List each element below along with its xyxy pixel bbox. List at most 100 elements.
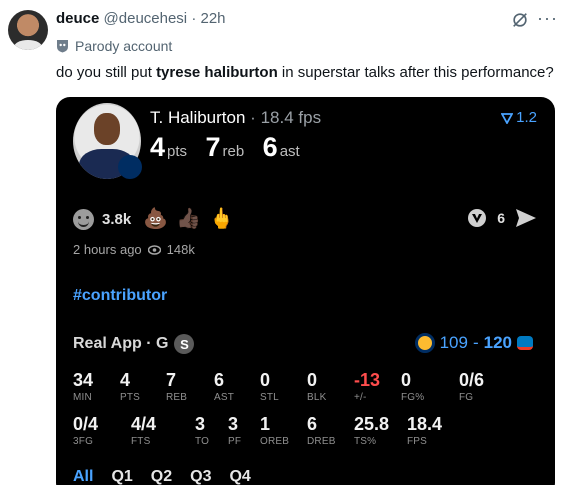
hashtag-link[interactable]: #contributor [73,287,167,305]
stat-value: 0/6 [459,370,485,390]
stat-label: REB [166,392,188,403]
stat-value: 0 [260,370,271,390]
eye-icon [147,244,161,255]
stat-cell: 7 REB [166,370,187,403]
pts-value: 4 [150,132,166,162]
stat-label: AST [214,392,235,403]
stat-value: 7 [166,370,177,390]
stat-cell: 34 MIN [73,370,93,403]
box-score-grid: 34 MIN 4 PTS 7 REB 6 AST 0 STL 0 BLK -13 +/- 0 F… [73,370,543,458]
parody-label: Parody account [56,38,172,54]
pts-label: pts [167,143,188,160]
stat-cell: 4 PTS [120,370,140,403]
quarter-tabs: All Q1 Q2 Q3 Q4 [73,468,251,485]
comments-count: 6 [497,210,505,226]
player-name: T. Haliburton [150,108,246,127]
source-row: Real App · G S [73,334,195,354]
smile-icon[interactable] [73,208,94,230]
stat-cell: 1 OREB [260,414,289,447]
more-icon[interactable]: ··· [537,8,558,29]
stat-value: 3 [195,414,206,434]
reb-label: reb [222,143,245,160]
tweet-header: deuce @deucehesi · 22h [56,10,226,27]
tab-all[interactable]: All [73,468,93,485]
stat-value: 0 [307,370,318,390]
middle-finger-emoji[interactable]: 🖕 [209,208,234,230]
reactions-bar[interactable]: 3.8k 💩 👍🏿 🖕 [73,208,234,230]
ast-value: 6 [262,132,278,162]
separator: · [250,108,256,127]
pacers-logo [414,333,435,353]
grok-icon[interactable] [511,11,529,29]
stat-cell: -13 +/- [354,370,380,403]
stat-cell: 0/4 3FG [73,414,98,447]
stat-label: FPS [407,436,428,447]
score-separator: - [472,333,479,352]
stat-value: 0 [401,370,412,390]
stat-value: 6 [307,414,318,434]
tab-q3[interactable]: Q3 [190,468,211,485]
stat-cell: 0 STL [260,370,279,403]
stat-value: 1 [260,414,271,434]
box-score-row-1: 34 MIN 4 PTS 7 REB 6 AST 0 STL 0 BLK -13 +/- 0 F… [73,370,543,414]
stat-cell: 0 BLK [307,370,327,403]
timestamp[interactable]: 22h [201,10,226,27]
stat-label: TO [195,436,210,447]
meta-row: 2 hours ago 148k [73,242,195,257]
stat-label: PF [228,436,242,447]
source-label: Real App · G [73,335,169,352]
game-score[interactable]: 109-120 [414,333,533,353]
posted-ago: 2 hours ago [73,242,142,257]
tweet-text-bold: tyrese haliburton [156,64,278,81]
stat-label: FTS [131,436,151,447]
stat-cell: 3 PF [228,414,241,447]
score-home: 109 [439,333,468,352]
stat-cell: 6 DREB [307,414,336,447]
stat-cell: 3 TO [195,414,209,447]
fps-arrow-icon [501,112,514,124]
stat-label: MIN [73,392,92,403]
tab-q4[interactable]: Q4 [229,468,250,485]
embedded-card[interactable]: T. Haliburton · 18.4 fps 4 pts 7 reb 6 ast … [56,97,555,485]
stat-cell: 25.8 TS% [354,414,389,447]
pacers-logo [118,155,142,179]
tweet-text-part1: do you still put [56,64,157,81]
poop-emoji[interactable]: 💩 [143,208,168,230]
stat-value: 25.8 [354,414,390,434]
avatar[interactable] [8,10,48,50]
separator: · [191,10,197,27]
v-icon[interactable] [467,208,487,228]
stat-label: STL [260,392,279,403]
tab-q1[interactable]: Q1 [111,468,132,485]
thumbs-up-emoji[interactable]: 👍🏿 [176,208,201,230]
fps-badge-value: 1.2 [516,109,537,126]
stat-label: +/- [354,392,367,403]
fps-badge[interactable]: 1.2 [501,109,537,126]
stat-label: OREB [260,436,290,447]
ast-label: ast [279,143,300,160]
stat-value: 18.4 [407,414,443,434]
tab-q2[interactable]: Q2 [151,468,172,485]
parody-label-text: Parody account [75,38,173,54]
stat-label: PTS [120,392,141,403]
views-count: 148k [166,242,195,257]
stat-cell: 0/6 FG [459,370,484,403]
handle[interactable]: @deucehesi [104,10,188,27]
share-group: 6 [467,208,537,228]
stat-label: FG [459,392,474,403]
reb-value: 7 [205,132,221,162]
box-score-row-2: 0/4 3FG 4/4 FTS 3 TO 3 PF 1 OREB 6 DREB 25.8 TS… [73,414,543,458]
stat-label: DREB [307,436,336,447]
stat-label: BLK [307,392,327,403]
stat-value: 6 [214,370,225,390]
stat-value: -13 [354,370,381,390]
score-away: 120 [483,333,512,352]
stat-cell: 18.4 FPS [407,414,442,447]
stat-label: 3FG [73,436,94,447]
send-icon[interactable] [515,208,537,228]
stat-value: 4 [120,370,131,390]
parody-label-icon [57,40,68,53]
stat-cell: 6 AST [214,370,234,403]
display-name[interactable]: deuce [56,10,99,27]
tweet-text-part2: in superstar talks after this performanc… [277,64,554,81]
